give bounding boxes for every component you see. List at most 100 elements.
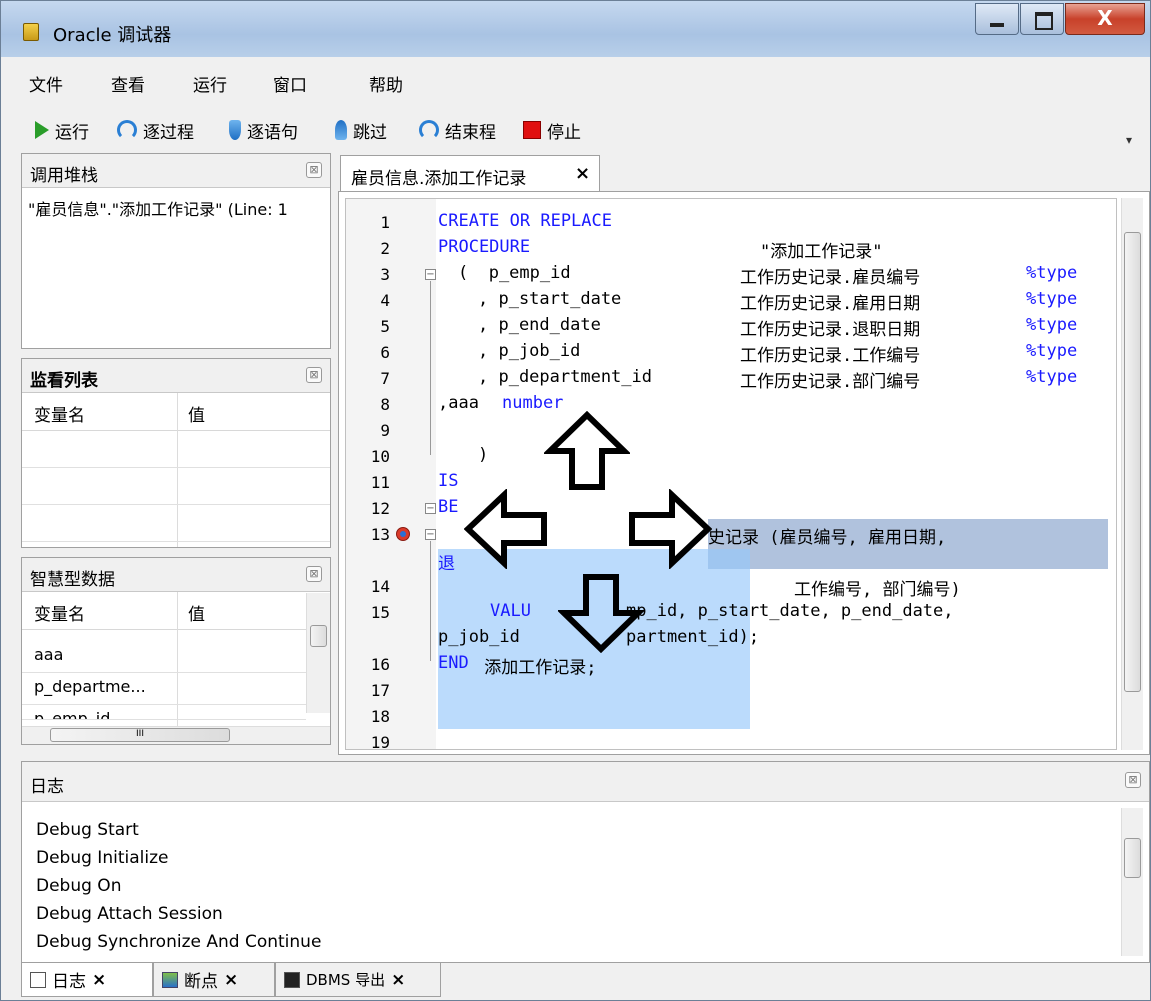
watch-grid-header: 变量名 值 — [22, 393, 330, 431]
code-line-7-param: , p_department_id — [478, 367, 652, 387]
step-into-label: 逐语句 — [247, 122, 298, 143]
tab-log-close-icon[interactable]: × — [92, 970, 106, 990]
callstack-close-icon[interactable]: ⊠ — [306, 162, 322, 178]
editor-tab-close-icon[interactable]: × — [575, 163, 590, 184]
smart-hscroll-thumb[interactable]: III — [50, 728, 230, 742]
watch-row[interactable] — [22, 505, 330, 542]
smart-vscroll-thumb[interactable] — [310, 625, 327, 647]
code-line-5-typeattr: %type — [1026, 315, 1078, 335]
editor-vertical-scrollbar[interactable] — [1121, 198, 1143, 750]
watch-close-icon[interactable]: ⊠ — [306, 367, 322, 383]
log-vscroll-thumb[interactable] — [1124, 838, 1141, 878]
menu-file[interactable]: 文件 — [29, 71, 63, 96]
fold-toggle-icon[interactable]: − — [425, 503, 436, 514]
smart-vertical-scrollbar[interactable] — [306, 593, 330, 713]
step-over-button[interactable]: 逐过程 — [117, 117, 194, 143]
tab-breakpoints[interactable]: 断点 × — [153, 963, 275, 997]
watch-col-value[interactable]: 值 — [188, 401, 205, 426]
tab-dbms-output[interactable]: DBMS 导出 × — [275, 963, 441, 997]
line-number: 3 — [380, 265, 390, 284]
stop-icon — [523, 121, 541, 139]
line-number: 13 — [370, 525, 390, 544]
toolbar-overflow-icon[interactable]: ▾ — [1126, 133, 1132, 147]
menu-window[interactable]: 窗口 — [273, 71, 307, 96]
line-number: 12 — [370, 499, 390, 518]
run-icon — [35, 121, 49, 139]
smart-col-name[interactable]: 变量名 — [34, 600, 85, 625]
log-line: Debug On — [36, 876, 122, 896]
dbms-output-icon — [284, 971, 300, 988]
smart-col-value[interactable]: 值 — [188, 600, 205, 625]
smart-row-name: p_departme... — [34, 677, 146, 696]
code-line-6-type: 工作历史记录.工作编号 — [740, 346, 921, 366]
line-number-gutter: 1 2 3 4 5 6 7 8 9 10 11 12 13 14 15 16 1… — [346, 199, 436, 749]
smart-data-panel: 智慧型数据 ⊠ 变量名 值 aaa p_departme... p_emp_id… — [21, 557, 331, 745]
tab-breakpoints-close-icon[interactable]: × — [224, 970, 238, 990]
code-line-4-type: 工作历史记录.雇用日期 — [740, 294, 921, 314]
code-line-1: CREATE OR REPLACE — [438, 211, 612, 231]
log-vertical-scrollbar[interactable] — [1121, 808, 1143, 956]
tab-breakpoints-label: 断点 — [184, 972, 218, 992]
log-icon — [30, 971, 46, 988]
code-area[interactable]: 1 2 3 4 5 6 7 8 9 10 11 12 13 14 15 16 1… — [345, 198, 1117, 750]
step-out-button[interactable]: 跳过 — [335, 117, 387, 143]
line-number: 16 — [370, 655, 390, 674]
fold-toggle-icon[interactable]: − — [425, 529, 436, 540]
step-into-icon — [229, 120, 241, 140]
debug-toolbar: 运行 逐过程 逐语句 跳过 结束程 停止 ▾ — [1, 107, 1150, 152]
tab-log[interactable]: 日志 × — [21, 963, 153, 997]
maximize-button[interactable] — [1020, 3, 1064, 35]
minimize-button[interactable] — [975, 3, 1019, 35]
editor-vscroll-thumb[interactable] — [1124, 232, 1141, 692]
finish-button[interactable]: 结束程 — [419, 117, 496, 143]
fold-toggle-icon[interactable]: − — [425, 269, 436, 280]
code-line-12: BE — [438, 497, 459, 517]
stop-button[interactable]: 停止 — [523, 117, 581, 143]
log-header: 日志 ⊠ — [22, 762, 1149, 802]
run-button[interactable]: 运行 — [35, 117, 89, 143]
menu-run[interactable]: 运行 — [193, 71, 227, 96]
code-line-6-param: , p_job_id — [478, 341, 581, 361]
smart-horizontal-scrollbar[interactable]: III — [22, 726, 330, 744]
smart-data-close-icon[interactable]: ⊠ — [306, 566, 322, 582]
close-window-button[interactable]: X — [1065, 3, 1145, 35]
code-line-16-keyword: END — [438, 653, 469, 673]
watch-row[interactable] — [22, 468, 330, 505]
step-into-button[interactable]: 逐语句 — [229, 117, 298, 143]
line-number: 15 — [370, 603, 390, 622]
step-out-icon — [335, 120, 347, 140]
tab-dbms-output-close-icon[interactable]: × — [391, 970, 405, 990]
log-lines: Debug Start Debug Initialize Debug On De… — [36, 816, 321, 956]
line-number: 9 — [380, 421, 390, 440]
callstack-header: 调用堆栈 ⊠ — [22, 154, 330, 188]
line-number: 17 — [370, 681, 390, 700]
code-line-16-name: 添加工作记录; — [474, 658, 597, 678]
watch-row[interactable] — [22, 431, 330, 468]
menu-view[interactable]: 查看 — [111, 71, 145, 96]
code-line-15-wrap-b: partment_id); — [626, 627, 760, 647]
step-over-icon — [117, 120, 137, 140]
breakpoint-current-line-icon[interactable] — [396, 527, 410, 541]
debugger-window: Oracle 调试器 X 文件 查看 运行 窗口 帮助 运行 逐过程 逐语句 跳… — [0, 0, 1151, 1001]
editor-tab[interactable]: 雇员信息.添加工作记录 × — [340, 155, 600, 191]
watch-col-name[interactable]: 变量名 — [34, 401, 85, 426]
log-close-icon[interactable]: ⊠ — [1125, 772, 1141, 788]
callstack-entry[interactable]: "雇员信息"."添加工作记录" (Line: 1 — [28, 196, 328, 220]
code-line-8-type: number — [502, 393, 564, 413]
code-line-13-wrap: 退 — [438, 554, 455, 574]
code-editor: 1 2 3 4 5 6 7 8 9 10 11 12 13 14 15 16 1… — [338, 191, 1150, 755]
smart-row[interactable]: p_emp_id — [22, 700, 306, 720]
menu-help[interactable]: 帮助 — [369, 71, 403, 96]
line-number: 5 — [380, 317, 390, 336]
log-line: Debug Start — [36, 820, 139, 840]
watch-header: 监看列表 ⊠ — [22, 359, 330, 393]
line-number: 18 — [370, 707, 390, 726]
line-number: 1 — [380, 213, 390, 232]
smart-data-title: 智慧型数据 — [30, 570, 115, 590]
code-line-4-param: , p_start_date — [478, 289, 622, 309]
code-line-3-typeattr: %type — [1026, 263, 1078, 283]
callstack-panel: 调用堆栈 ⊠ "雇员信息"."添加工作记录" (Line: 1 — [21, 153, 331, 349]
code-line-6-typeattr: %type — [1026, 341, 1078, 361]
window-title: Oracle 调试器 — [53, 25, 172, 46]
app-icon — [23, 23, 39, 41]
